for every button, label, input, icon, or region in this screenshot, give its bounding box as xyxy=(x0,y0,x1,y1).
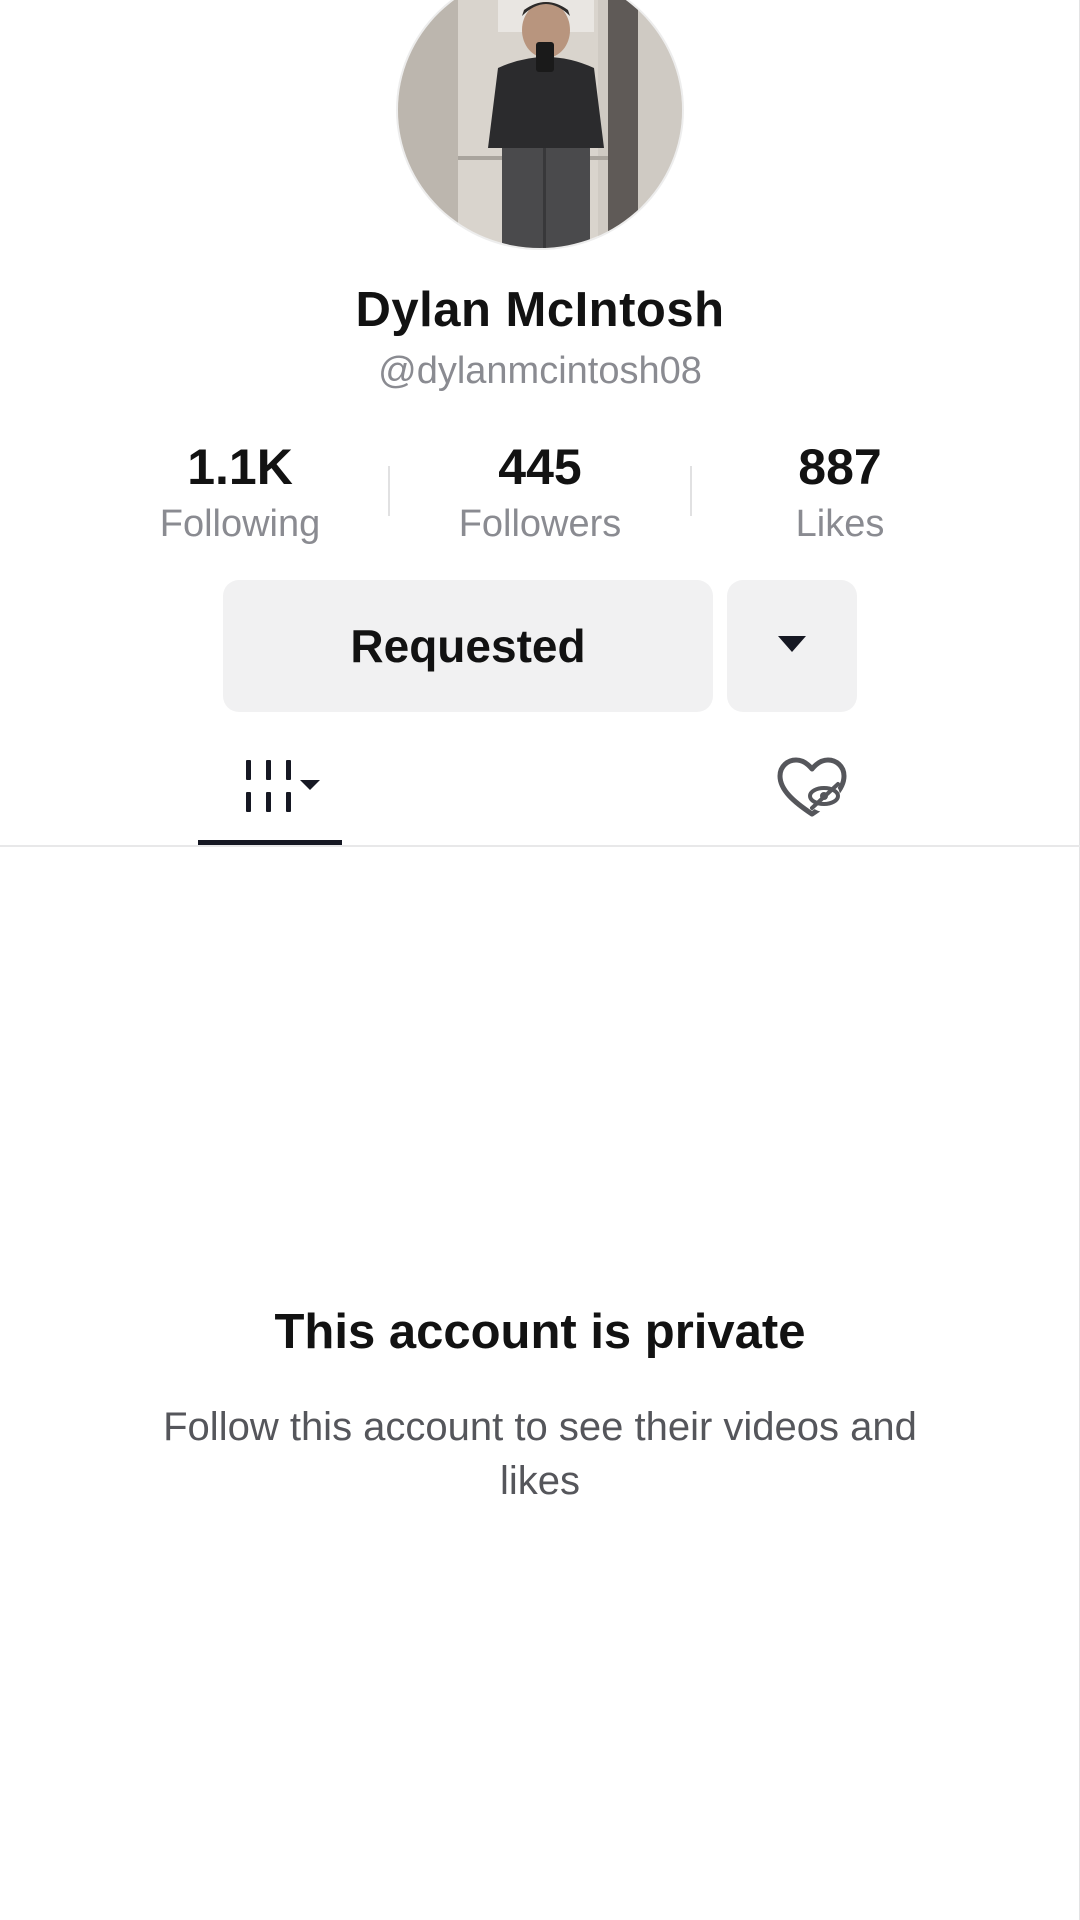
private-account-message: Follow this account to see their videos … xyxy=(163,1405,917,1503)
username-handle: @dylanmcintosh08 xyxy=(378,350,702,392)
stat-likes: 887 Likes xyxy=(710,438,970,550)
tab-liked[interactable] xyxy=(770,740,854,840)
tab-videos[interactable] xyxy=(198,740,342,840)
private-account-title: This account is private xyxy=(274,1305,806,1359)
stat-followers[interactable]: 445 Followers xyxy=(410,438,670,550)
followers-count: 445 xyxy=(498,439,582,495)
likes-count: 887 xyxy=(798,439,882,495)
followers-label: Followers xyxy=(458,503,622,545)
caret-down-icon xyxy=(776,634,808,659)
stat-divider xyxy=(690,466,692,516)
display-name: Dylan McIntosh xyxy=(355,283,725,337)
following-label: Following xyxy=(159,503,321,545)
profile-avatar[interactable] xyxy=(398,0,682,248)
suggested-accounts-dropdown-button[interactable] xyxy=(727,580,857,712)
liked-hidden-icon xyxy=(776,756,848,825)
requested-button-label: Requested xyxy=(350,620,586,672)
following-count: 1.1K xyxy=(187,439,293,495)
tabs-divider xyxy=(0,845,1080,847)
requested-button[interactable]: Requested xyxy=(223,580,713,712)
likes-label: Likes xyxy=(795,503,885,545)
stat-divider xyxy=(388,466,390,516)
stat-following[interactable]: 1.1K Following xyxy=(110,438,370,550)
videos-grid-icon xyxy=(218,758,322,823)
